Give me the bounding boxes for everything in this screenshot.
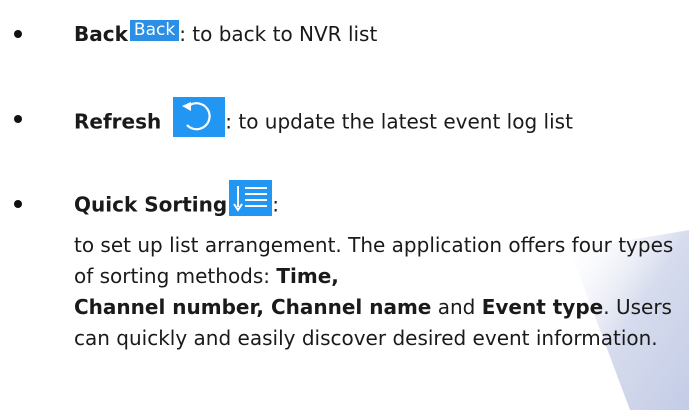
item-description: : to update the latest event log list <box>225 109 573 134</box>
row-refresh: Refresh : to update the latest event log… <box>74 97 573 143</box>
sorting-description: to set up list arrangement. The applicat… <box>74 230 674 354</box>
bullet-icon <box>14 115 22 123</box>
method-channel: Channel number, Channel name <box>74 295 432 319</box>
refresh-icon <box>173 97 226 137</box>
method-time: Time, <box>276 264 339 288</box>
item-description: : to back to NVR list <box>179 22 378 46</box>
para-intro: to set up list arrangement. The applicat… <box>74 233 674 288</box>
row-back: Back Back: to back to NVR list <box>74 18 377 50</box>
sort-list-icon <box>229 180 273 216</box>
bullet-icon <box>14 200 22 208</box>
back-button-icon: Back <box>129 20 180 41</box>
method-event-type: Event type <box>481 295 604 319</box>
item-label: Refresh <box>74 109 162 134</box>
bullet-icon <box>14 30 22 38</box>
item-label: Back <box>74 22 128 46</box>
row-quick-sorting: Quick Sorting : <box>74 180 279 224</box>
item-label: Quick Sorting <box>74 192 228 217</box>
item-description: : <box>272 192 279 217</box>
para-connector: and <box>431 295 482 319</box>
